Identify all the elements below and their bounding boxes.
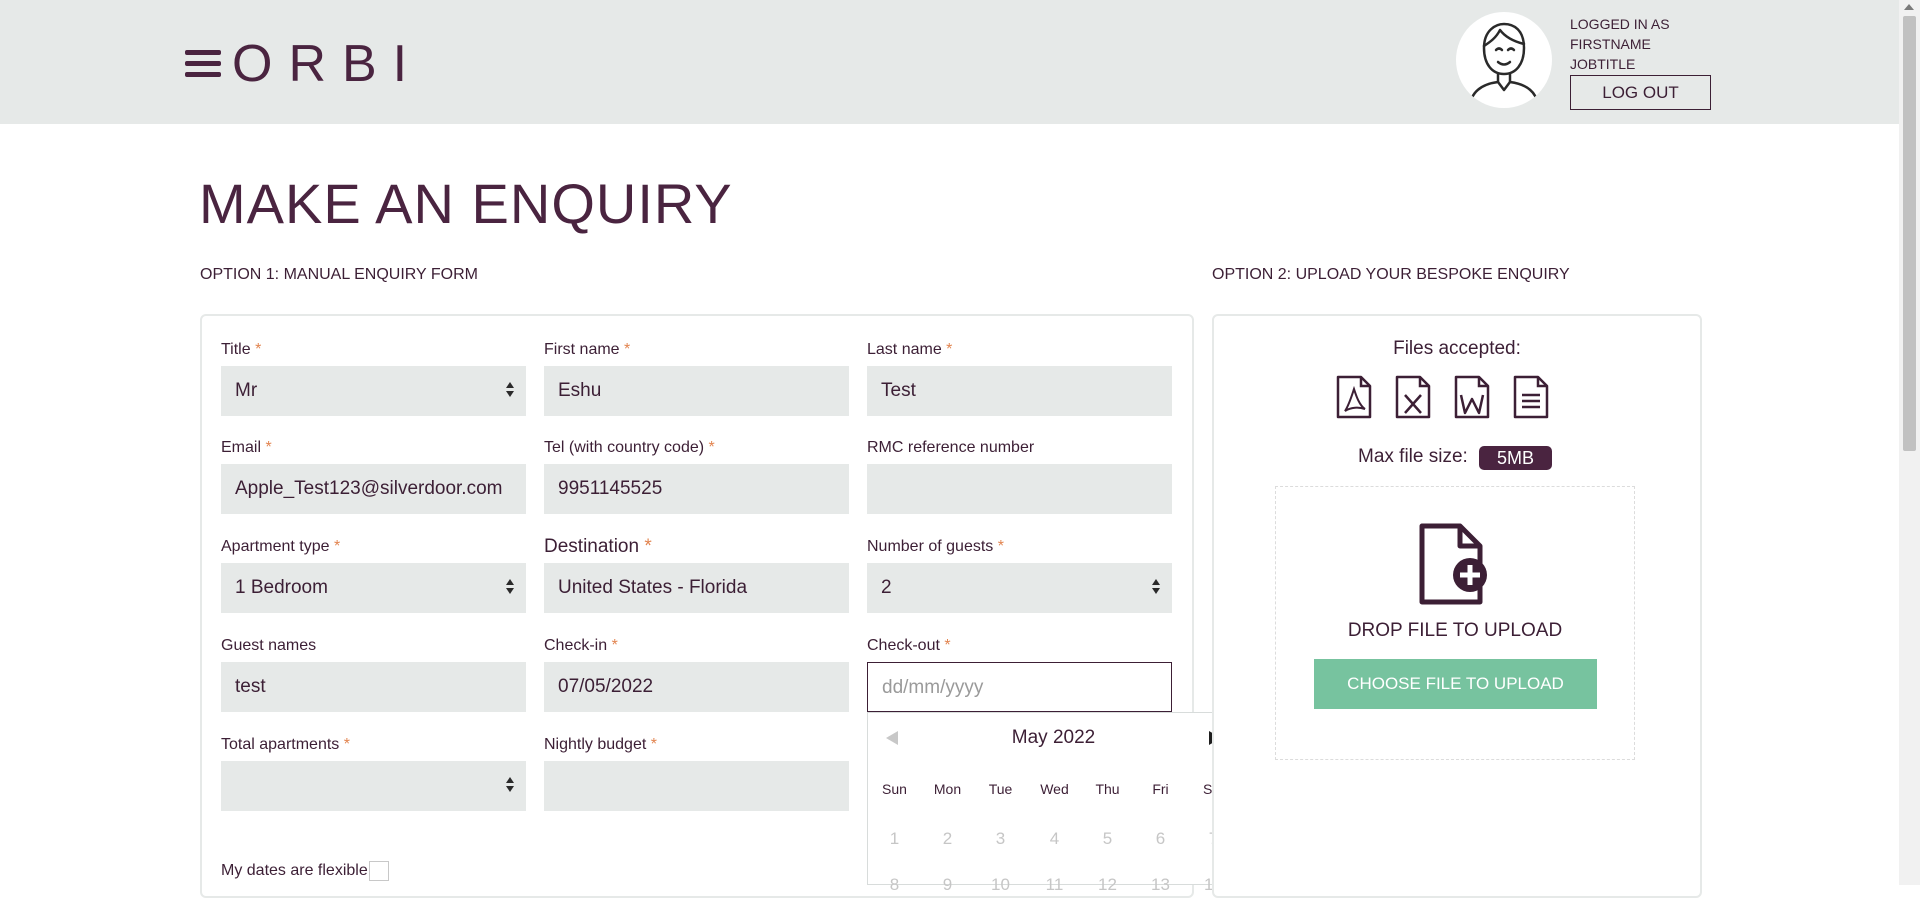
user-firstname: FIRSTNAME [1570,36,1651,52]
calendar-day: 5 [1102,829,1113,848]
weekday-mon: Mon [933,781,962,797]
user-avatar-icon [1468,22,1540,108]
calendar-day: 13 [1151,875,1170,894]
tel-label: Tel (with country code) * [544,439,715,456]
pdf-icon [1336,375,1372,419]
check-in-label: Check-in * [544,637,618,654]
drop-file-text: DROP FILE TO UPLOAD [1347,620,1563,641]
logout-button[interactable]: LOG OUT [1570,75,1711,110]
choose-file-button[interactable]: CHOOSE FILE TO UPLOAD [1314,659,1597,709]
destination-input[interactable]: United States - Florida [544,563,849,613]
guests-select[interactable]: 2 [867,563,1172,613]
option2-title: OPTION 2: UPLOAD YOUR BESPOKE ENQUIRY [1212,266,1570,283]
avatar [1456,12,1552,108]
calendar-month: May 2022 [1011,727,1096,748]
date-picker: May 2022 Sun Mon Tue Wed Thu Fri Sat 1 2… [867,712,1240,894]
check-out-label: Check-out * [867,637,951,654]
guest-names-label: Guest names [221,637,317,654]
title-label: Title * [221,341,262,358]
weekday-wed: Wed [1040,781,1069,797]
guest-names-input[interactable]: test [221,662,526,712]
guests-label: Number of guests * [867,538,1004,555]
rmc-input[interactable] [867,464,1172,514]
weekday-fri: Fri [1152,781,1169,797]
email-input[interactable]: Apple_Test123@silverdoor.com [221,464,526,514]
weekday-thu: Thu [1095,781,1120,797]
scroll-up-icon[interactable] [1904,4,1914,10]
files-accepted-label: Files accepted: [1393,338,1521,359]
user-info: LOGGED IN AS FIRSTNAME JOBTITLE [1570,14,1670,74]
select-arrows-icon [506,777,514,795]
total-apartments-label: Total apartments * [221,736,350,753]
scrollbar-thumb[interactable] [1903,16,1916,451]
text-document-icon [1513,375,1549,419]
select-arrows-icon [506,579,514,597]
menu-icon[interactable] [185,50,221,78]
email-label: Email * [221,439,272,456]
flexible-dates-label: My dates are flexible [221,862,368,879]
select-arrows-icon [506,382,514,400]
calendar-day: 8 [889,875,900,894]
max-file-size-label: Max file size: [1358,446,1468,467]
last-name-input[interactable]: Test [867,366,1172,416]
calendar-day: 1 [889,829,900,848]
page-title: MAKE AN ENQUIRY [199,172,733,235]
destination-label: Destination * [544,536,652,557]
flexible-dates-checkbox[interactable] [369,861,389,881]
excel-icon [1395,375,1431,419]
total-apartments-select[interactable] [221,761,526,811]
weekday-tue: Tue [988,781,1013,797]
first-name-label: First name * [544,341,631,358]
logged-in-as-label: LOGGED IN AS [1570,16,1670,32]
user-jobtitle: JOBTITLE [1570,56,1636,72]
apartment-type-label: Apartment type * [221,538,341,555]
tel-input[interactable]: 9951145525 [544,464,849,514]
option1-title: OPTION 1: MANUAL ENQUIRY FORM [200,266,478,283]
calendar-day: 9 [942,875,953,894]
calendar-day: 2 [942,829,953,848]
calendar-day: 10 [991,875,1010,894]
apartment-type-select[interactable]: 1 Bedroom [221,563,526,613]
calendar-day: 3 [995,829,1006,848]
calendar-day: 6 [1155,829,1166,848]
rmc-label: RMC reference number [867,439,1035,456]
max-file-size-badge: 5MB [1479,446,1552,470]
word-icon [1454,375,1490,419]
calendar-day: 12 [1098,875,1117,894]
title-select[interactable]: Mr [221,366,526,416]
last-name-label: Last name * [867,341,953,358]
add-file-icon [1419,523,1487,605]
calendar-day: 4 [1049,829,1060,848]
nightly-budget-input[interactable] [544,761,849,811]
nightly-budget-label: Nightly budget * [544,736,657,753]
logo[interactable]: ORBI [232,34,423,94]
check-out-input[interactable]: dd/mm/yyyy [867,662,1172,712]
check-in-input[interactable]: 07/05/2022 [544,662,849,712]
first-name-input[interactable]: Eshu [544,366,849,416]
weekday-sun: Sun [882,781,907,797]
select-arrows-icon [1152,579,1160,597]
calendar-day: 11 [1045,875,1064,894]
top-header: ORBI LOGGED IN AS FIRSTNAME JOBTITLE LOG… [0,0,1899,124]
